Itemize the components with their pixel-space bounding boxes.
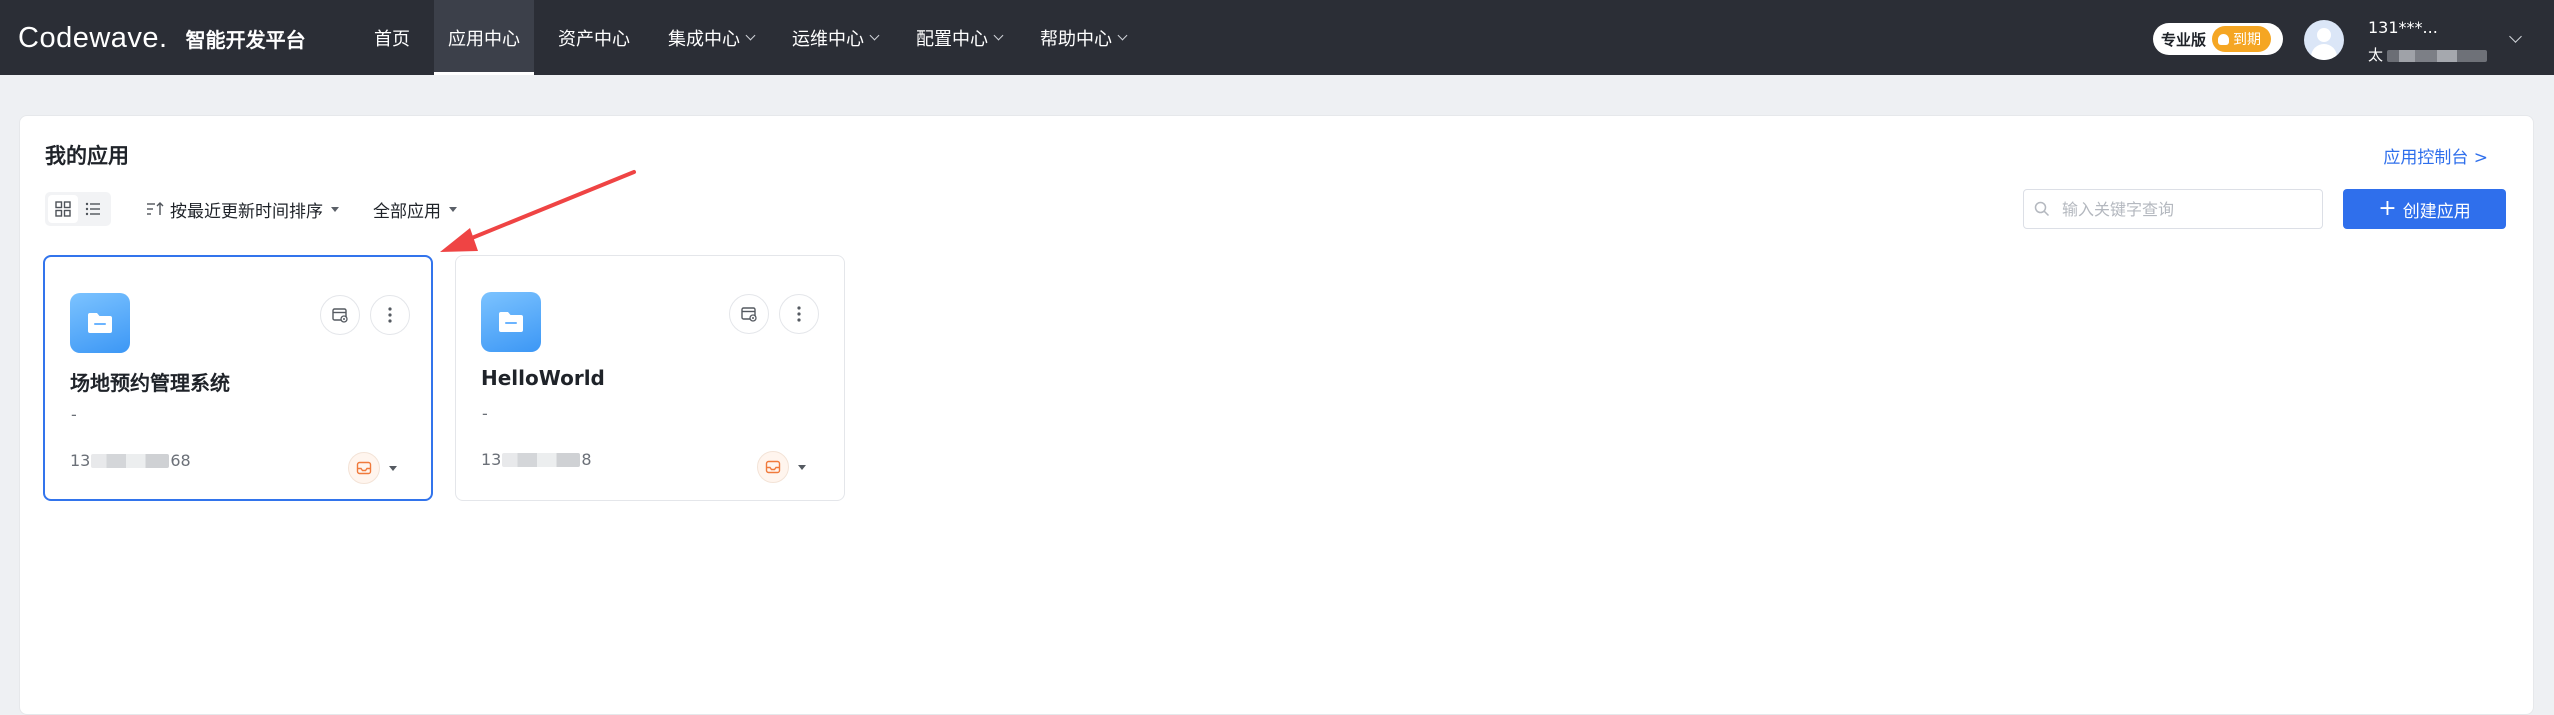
- chevron-down-icon: [1117, 30, 1128, 40]
- nav-item-label: 运维中心: [792, 28, 864, 50]
- owner-prefix: 13: [481, 450, 502, 469]
- app-description: -: [482, 404, 488, 423]
- edition-label: 专业版: [2161, 30, 2207, 49]
- preview-icon: [741, 307, 757, 322]
- inbox-icon: [356, 461, 372, 475]
- sort-dropdown[interactable]: 按最近更新时间排序: [146, 194, 339, 224]
- redacted-text: [2387, 49, 2488, 62]
- expire-label: 到期: [2233, 32, 2262, 48]
- list-icon: [85, 202, 100, 216]
- caret-down-icon: [798, 464, 806, 470]
- preview-button[interactable]: [320, 295, 360, 335]
- search-box[interactable]: [2023, 189, 2323, 229]
- app-status-dropdown[interactable]: [348, 452, 397, 484]
- app-icon: [70, 293, 130, 353]
- create-app-label: 创建应用: [2402, 201, 2471, 222]
- avatar[interactable]: [2304, 20, 2344, 60]
- nav-item-config-center[interactable]: 配置中心: [902, 0, 1016, 75]
- chevron-down-icon: [745, 30, 756, 40]
- app-description: -: [71, 405, 77, 424]
- nav-item-ops-center[interactable]: 运维中心: [778, 0, 892, 75]
- user-name[interactable]: 131***...: [2368, 18, 2438, 37]
- folder-icon: [88, 313, 112, 333]
- create-app-button[interactable]: + 创建应用: [2343, 189, 2506, 229]
- caret-down-icon: [331, 206, 339, 212]
- nav-item-label: 配置中心: [916, 28, 988, 50]
- nav-item-label: 帮助中心: [1040, 28, 1112, 50]
- app-icon: [481, 292, 541, 352]
- more-vertical-icon: [388, 307, 392, 323]
- nav-item-integration-center[interactable]: 集成中心: [654, 0, 768, 75]
- redacted-text: [502, 452, 581, 467]
- app-filter-dropdown[interactable]: 全部应用: [373, 194, 457, 224]
- app-console-link[interactable]: 应用控制台 >: [2383, 143, 2488, 168]
- sort-icon: [147, 202, 164, 215]
- user-organization[interactable]: 太: [2368, 44, 2488, 65]
- app-owner: 13 8: [481, 450, 592, 469]
- preview-button[interactable]: [729, 294, 769, 334]
- status-button[interactable]: [757, 451, 789, 483]
- folder-icon: [499, 312, 523, 332]
- brand-logo[interactable]: Codewave. 智能开发平台: [18, 18, 306, 58]
- grid-icon: [55, 201, 71, 217]
- nav-item-help-center[interactable]: 帮助中心: [1026, 0, 1140, 75]
- org-prefix: 太: [2368, 46, 2384, 64]
- edition-badge[interactable]: 专业版 到期: [2153, 23, 2283, 55]
- logo-wordmark: Codewave.: [18, 21, 168, 54]
- view-toggle: [45, 192, 111, 226]
- top-navigation-bar: Codewave. 智能开发平台 首页 应用中心 资产中心 集成中心 运维中心 …: [0, 0, 2554, 75]
- chevron-down-icon: [993, 30, 1004, 40]
- nav-item-home[interactable]: 首页: [360, 0, 424, 75]
- caret-down-icon: [389, 465, 397, 471]
- bell-icon: [2218, 33, 2230, 45]
- app-status-dropdown[interactable]: [757, 451, 806, 483]
- app-name: HelloWorld: [481, 366, 605, 390]
- chevron-down-icon[interactable]: [2509, 30, 2522, 43]
- status-button[interactable]: [348, 452, 380, 484]
- plus-icon: +: [2378, 196, 2397, 221]
- expire-badge[interactable]: 到期: [2212, 26, 2272, 52]
- app-name: 场地预约管理系统: [70, 371, 230, 395]
- more-options-button[interactable]: [779, 294, 819, 334]
- chevron-down-icon: [869, 30, 880, 40]
- nav-item-label: 资产中心: [558, 28, 630, 50]
- app-owner: 13 68: [70, 451, 191, 470]
- search-input[interactable]: [2062, 199, 2302, 219]
- logo-subtitle: 智能开发平台: [185, 27, 306, 52]
- avatar-body-shape: [2311, 44, 2337, 60]
- page-title: 我的应用: [45, 144, 129, 168]
- nav-item-label: 集成中心: [668, 28, 740, 50]
- nav-item-asset-center[interactable]: 资产中心: [544, 0, 644, 75]
- nav-item-label: 应用中心: [448, 28, 520, 50]
- main-nav: 首页 应用中心 资产中心 集成中心 运维中心 配置中心 帮助中心: [360, 0, 1150, 75]
- my-apps-panel: 我的应用 应用控制台 > 按最近更新时间排序 全部应用 输入关键字查询 + 创建…: [19, 115, 2534, 715]
- owner-prefix: 13: [70, 451, 91, 470]
- more-options-button[interactable]: [370, 295, 410, 335]
- nav-item-label: 首页: [374, 28, 410, 50]
- owner-suffix: 68: [170, 451, 191, 470]
- sort-label: 按最近更新时间排序: [170, 201, 323, 222]
- app-card[interactable]: HelloWorld - 13 8: [455, 255, 845, 501]
- caret-down-icon: [449, 206, 457, 212]
- search-icon: [2034, 201, 2050, 217]
- avatar-head-shape: [2317, 28, 2331, 42]
- list-view-button[interactable]: [78, 195, 108, 223]
- owner-suffix: 8: [581, 450, 592, 469]
- filter-label: 全部应用: [373, 201, 441, 222]
- more-vertical-icon: [797, 306, 801, 322]
- app-card[interactable]: 场地预约管理系统 - 13 68: [43, 255, 433, 501]
- inbox-icon: [765, 460, 781, 474]
- preview-icon: [332, 308, 348, 323]
- redacted-text: [91, 453, 170, 468]
- nav-item-app-center[interactable]: 应用中心: [434, 0, 534, 75]
- grid-view-button[interactable]: [48, 195, 78, 223]
